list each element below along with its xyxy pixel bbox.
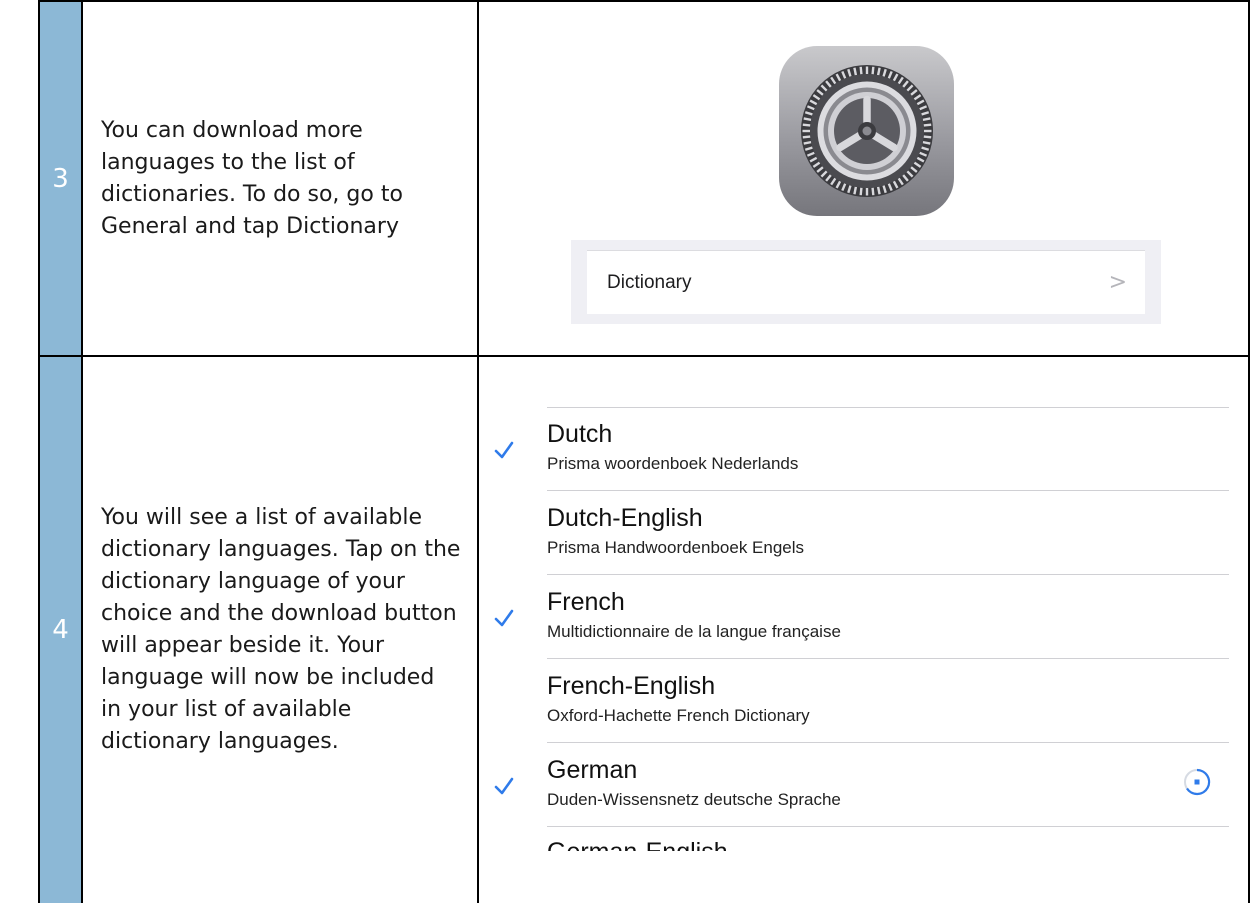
settings-gear-icon — [779, 46, 954, 216]
gear-tooth — [923, 135, 931, 139]
list-item[interactable]: German Duden-Wissensnetz deutsche Sprach… — [477, 743, 1237, 827]
gear-tooth — [852, 67, 857, 76]
instruction-text: You can download more languages to the l… — [101, 117, 403, 239]
checkmark-icon — [494, 777, 514, 795]
dictionary-list: Dutch Prisma woordenboek Nederlands Dutc… — [477, 407, 1237, 857]
gear-tooth — [802, 123, 810, 127]
gear-tooth — [876, 67, 881, 76]
list-item[interactable]: Dutch Prisma woordenboek Nederlands — [477, 407, 1237, 491]
dictionary-subtitle: Duden-Wissensnetz deutsche Sprache — [547, 790, 841, 809]
gear-icon — [800, 65, 933, 197]
dictionary-title: Dutch-English — [547, 504, 703, 532]
instruction-text: You will see a list of available diction… — [101, 505, 461, 754]
dictionary-title: German-English — [547, 837, 728, 851]
list-item[interactable]: French-English Oxford-Hachette French Di… — [477, 659, 1237, 743]
instruction-table: 3 You can download more languages to the… — [0, 0, 1250, 903]
list-item[interactable]: French Multidictionnaire de la langue fr… — [477, 575, 1237, 659]
checkmark-icon — [494, 609, 514, 627]
dictionary-subtitle: Prisma Handwoordenboek Engels — [547, 538, 805, 557]
gear-tooth — [870, 66, 875, 75]
gear-tooth — [802, 135, 810, 139]
dictionary-subtitle: Prisma woordenboek Nederlands — [547, 454, 799, 473]
settings-list-background: Dictionary > — [571, 240, 1161, 324]
download-progress-icon[interactable] — [1182, 767, 1212, 797]
screenshot-cell: Dutch Prisma woordenboek Nederlands Dutc… — [477, 355, 1250, 903]
gear-tooth — [858, 66, 863, 75]
dictionary-title: German — [547, 756, 638, 784]
list-item[interactable]: German-English — [477, 827, 1237, 857]
dictionary-subtitle: Oxford-Hachette French Dictionary — [547, 706, 810, 725]
screenshot-cell: Dictionary > — [477, 0, 1250, 357]
gear-tooth — [922, 117, 930, 122]
step-number-cell: 4 — [38, 355, 83, 903]
gear-tooth — [803, 117, 811, 122]
chevron-right-icon: > — [1108, 270, 1127, 295]
gear-tooth — [922, 140, 930, 145]
gear-tooth — [870, 187, 875, 196]
gear-tooth — [923, 123, 931, 127]
gear-tooth — [858, 187, 863, 196]
dictionary-title: Dutch — [547, 420, 613, 448]
list-item[interactable]: Dutch-English Prisma Handwoordenboek Eng… — [477, 491, 1237, 575]
dictionary-title: French — [547, 588, 625, 616]
checkmark-icon — [494, 441, 514, 459]
gear-tooth — [852, 186, 857, 195]
dictionary-subtitle: Multidictionnaire de la langue française — [547, 622, 841, 641]
step-number: 4 — [52, 615, 69, 645]
dictionary-title: French-English — [547, 672, 716, 700]
step-number: 3 — [52, 163, 69, 194]
dictionary-settings-row[interactable]: Dictionary > — [587, 250, 1145, 314]
gear-tooth — [803, 140, 811, 145]
gear-tooth — [876, 186, 881, 195]
instruction-cell: You can download more languages to the l… — [81, 0, 479, 357]
step-number-cell: 3 — [38, 0, 83, 357]
dictionary-label: Dictionary — [607, 271, 692, 293]
instruction-cell: You will see a list of available diction… — [81, 355, 479, 903]
